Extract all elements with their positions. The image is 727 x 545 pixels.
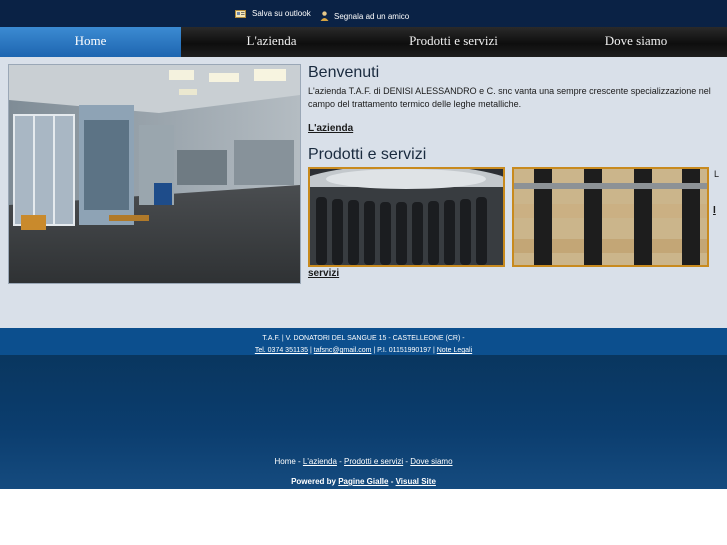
powered-by: Powered by Pagine Gialle - Visual Site [291,477,436,486]
footer-nav-links: Home - L'azienda - Prodotti e servizi - … [274,457,453,466]
footer-tel-link[interactable]: Tel. 0374 351135 [255,347,308,354]
footer-address: T.A.F. | V. DONATORI DEL SANGUE 15 - CAS… [262,335,465,342]
product-thumb-bar[interactable] [512,167,709,267]
footer-contacts: Tel. 0374 351135 | tafsnc@gmail.com | P.… [254,347,473,354]
recommend-link[interactable]: Segnala ad un amico [320,11,409,21]
footer-navigation: Home - L'azienda - Prodotti e servizi - … [0,355,727,489]
right-clipped-link[interactable]: I [713,205,716,216]
nav-item-azienda[interactable]: L'azienda [181,27,362,57]
footer-piva: P.I. 01151990197 [377,347,432,354]
nav-item-home[interactable]: Home [0,27,181,57]
nav-item-prodotti[interactable]: Prodotti e servizi [362,27,545,57]
footer-link-prodotti[interactable]: Prodotti e servizi [344,457,403,466]
save-outlook-link[interactable]: Salva su outlook [235,9,311,18]
product-thumb-gear[interactable] [308,167,505,267]
main-content: Benvenuti L'azienda T.A.F. di DENISI ALE… [0,57,727,328]
visual-site-link[interactable]: Visual Site [396,477,436,486]
main-navigation: Home L'azienda Prodotti e servizi Dove s… [0,27,727,57]
save-outlook-label: Salva su outlook [252,9,311,18]
top-bar: Salva su outlook Segnala ad un amico [0,0,727,27]
contact-card-icon [235,9,246,18]
right-clipped-letter: L [714,169,720,179]
welcome-title: Benvenuti [308,64,380,81]
footer-legal-link[interactable]: Note Legali [437,347,472,354]
footer-link-azienda[interactable]: L'azienda [303,457,337,466]
footer-email-link[interactable]: tafsnc@gmail.com [314,347,372,354]
azienda-link[interactable]: L'azienda [308,123,353,134]
pagine-gialle-link[interactable]: Pagine Gialle [338,477,388,486]
nav-item-dove-siamo[interactable]: Dove siamo [545,27,727,57]
footer-link-home[interactable]: Home [274,457,295,466]
factory-photo [8,64,301,284]
products-title: Prodotti e servizi [308,146,427,163]
welcome-text: L'azienda T.A.F. di DENISI ALESSANDRO e … [308,86,711,109]
person-icon [320,11,329,21]
recommend-label: Segnala ad un amico [334,11,410,21]
servizi-link[interactable]: servizi [308,268,339,279]
footer-link-dove[interactable]: Dove siamo [410,457,452,466]
footer-info-band: T.A.F. | V. DONATORI DEL SANGUE 15 - CAS… [0,328,727,355]
